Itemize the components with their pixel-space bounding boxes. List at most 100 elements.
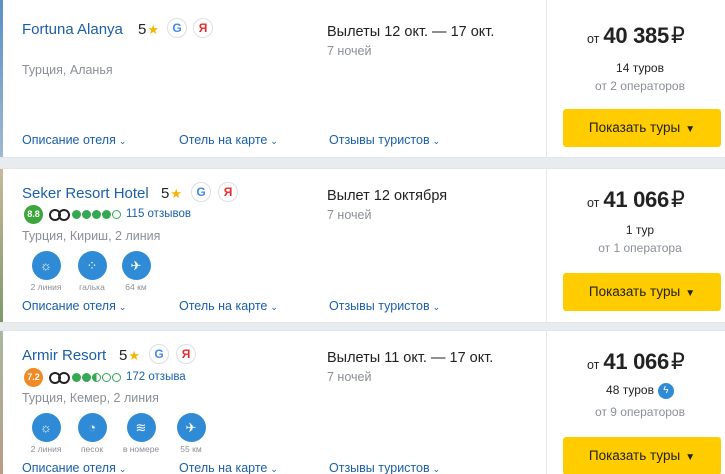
lightning-icon: ϟ <box>657 383 674 399</box>
photo-edge <box>0 331 3 474</box>
hotel-name[interactable]: Armir Resort <box>22 347 106 364</box>
google-rating-icon[interactable]: G <box>167 18 187 38</box>
rating-score: 7.2 <box>24 367 43 387</box>
departure-dates: Вылеты 12 окт. — 17 окт. <box>327 24 495 40</box>
amenity-airport: ✈ 64 км <box>113 251 159 292</box>
nights-count: 7 ночей <box>327 370 372 384</box>
hotel-location: Турция, Аланья <box>22 63 113 77</box>
chevron-down-icon: ▼ <box>685 124 696 135</box>
airport-icon: ✈ <box>121 251 151 280</box>
rating-row: 8.8 115 отзывов <box>24 204 191 224</box>
rating-dot <box>82 209 91 219</box>
tripadvisor-rating <box>72 372 122 382</box>
hotel-map-link[interactable]: Отель на карте ⌄ <box>179 133 278 148</box>
tours-count: 1 тур <box>625 223 655 237</box>
chevron-down-icon: ⌄ <box>432 136 441 146</box>
beach-icon: ☼ <box>31 251 61 280</box>
amenity-sand: ◔ песок <box>69 413 115 454</box>
rating-score: 8.8 <box>24 204 43 224</box>
tours-count: 48 туров ϟ <box>547 383 725 399</box>
star-icon: ★ <box>170 186 182 201</box>
airport-icon: ✈ <box>176 413 206 442</box>
photo-edge <box>0 169 3 322</box>
hotel-stars: 5★ <box>138 21 159 38</box>
hotel-card: Seker Resort Hotel 5★ G Я 8.8 115 отзыво… <box>0 168 725 323</box>
hotel-description-link[interactable]: Описание отеля ⌄ <box>22 299 126 314</box>
rating-dot <box>112 372 121 382</box>
hotel-stars: 5★ <box>161 185 182 202</box>
price: от 41 066₽ <box>587 349 685 374</box>
hotel-card: Fortuna Alanya 5★ G Я Турция, Аланья Опи… <box>0 0 725 158</box>
price-panel: от 40 385₽ 14 туров от 2 операторов Показ… <box>546 0 725 157</box>
sand-icon: ◔ <box>77 413 107 442</box>
hotel-location: Турция, Кириш, 2 линия <box>22 229 161 243</box>
hotel-description-link[interactable]: Описание отеля ⌄ <box>22 461 126 474</box>
star-icon: ★ <box>147 22 159 37</box>
tripadvisor-icon <box>49 208 70 221</box>
chevron-down-icon: ⌄ <box>118 136 127 146</box>
operators-count: от 2 операторов <box>595 79 685 93</box>
tourist-reviews-link[interactable]: Отзывы туристов ⌄ <box>329 461 440 474</box>
rating-row: 7.2 172 отзыва <box>24 367 186 387</box>
hotel-map-link[interactable]: Отель на карте ⌄ <box>179 299 278 314</box>
rating-dot <box>112 209 121 219</box>
tourist-reviews-link[interactable]: Отзывы туристов ⌄ <box>329 133 440 148</box>
price: от 40 385₽ <box>587 23 685 48</box>
hotel-description-link[interactable]: Описание отеля ⌄ <box>22 133 126 148</box>
departure-dates: Вылеты 11 окт. — 17 окт. <box>327 350 494 366</box>
price: от 41 066₽ <box>587 187 685 212</box>
chevron-down-icon: ⌄ <box>270 464 278 474</box>
amenity-pebble: ⁘ галька <box>69 251 115 292</box>
amenity-wifi: ≋ в номере <box>118 413 164 454</box>
rating-dot <box>102 209 111 219</box>
operators-count: от 9 операторов <box>595 405 685 419</box>
show-tours-button[interactable]: Показать туры ▼ <box>563 437 721 474</box>
tourist-reviews-link[interactable]: Отзывы туристов ⌄ <box>329 299 440 314</box>
yandex-rating-icon[interactable]: Я <box>193 18 213 38</box>
nights-count: 7 ночей <box>327 208 372 222</box>
departure-dates: Вылет 12 октября <box>327 188 448 204</box>
chevron-down-icon: ⌄ <box>118 464 127 474</box>
tours-count: 14 туров <box>616 61 664 75</box>
amenity-airport: ✈ 55 км <box>168 413 214 454</box>
chevron-down-icon: ⌄ <box>432 302 441 312</box>
pebble-icon: ⁘ <box>77 251 107 280</box>
photo-edge <box>0 0 3 157</box>
google-rating-icon[interactable]: G <box>149 344 169 364</box>
rating-dot <box>92 209 101 219</box>
rating-dot <box>82 372 91 382</box>
operators-count: от 1 оператора <box>598 241 682 255</box>
show-tours-button[interactable]: Показать туры ▼ <box>563 109 721 147</box>
yandex-rating-icon[interactable]: Я <box>218 182 238 202</box>
hotel-location: Турция, Кемер, 2 линия <box>22 391 159 405</box>
rating-dot <box>102 372 111 382</box>
hotel-map-link[interactable]: Отель на карте ⌄ <box>179 461 278 474</box>
hotel-card: Armir Resort 5★ G Я 7.2 172 отзыва Турци… <box>0 330 725 474</box>
amenity-beach-line: ☼ 2 линия <box>23 413 69 454</box>
reviews-count-link[interactable]: 115 отзывов <box>126 208 191 220</box>
chevron-down-icon: ▼ <box>685 288 696 299</box>
show-tours-button[interactable]: Показать туры ▼ <box>563 273 721 311</box>
rating-dot <box>92 372 101 382</box>
nights-count: 7 ночей <box>327 44 372 58</box>
tripadvisor-rating <box>72 209 122 219</box>
star-icon: ★ <box>128 348 140 363</box>
google-rating-icon[interactable]: G <box>191 182 211 202</box>
chevron-down-icon: ⌄ <box>270 136 278 146</box>
price-panel: от 41 066₽ 1 тур от 1 оператора Показать … <box>546 169 725 322</box>
hotel-stars: 5★ <box>119 347 140 364</box>
chevron-down-icon: ⌄ <box>270 302 278 312</box>
chevron-down-icon: ⌄ <box>118 302 127 312</box>
rating-dot <box>72 209 81 219</box>
hotel-name[interactable]: Seker Resort Hotel <box>22 185 149 202</box>
price-panel: от 41 066₽ 48 туров ϟ от 9 операторов Пока… <box>546 331 725 474</box>
amenity-beach-line: ☼ 2 линия <box>23 251 69 292</box>
rating-dot <box>72 372 81 382</box>
chevron-down-icon: ▼ <box>685 452 696 463</box>
tripadvisor-icon <box>49 371 70 384</box>
yandex-rating-icon[interactable]: Я <box>176 344 196 364</box>
wifi-icon: ≋ <box>126 413 156 442</box>
reviews-count-link[interactable]: 172 отзыва <box>126 371 186 383</box>
hotel-name[interactable]: Fortuna Alanya <box>22 21 123 38</box>
beach-icon: ☼ <box>31 413 61 442</box>
